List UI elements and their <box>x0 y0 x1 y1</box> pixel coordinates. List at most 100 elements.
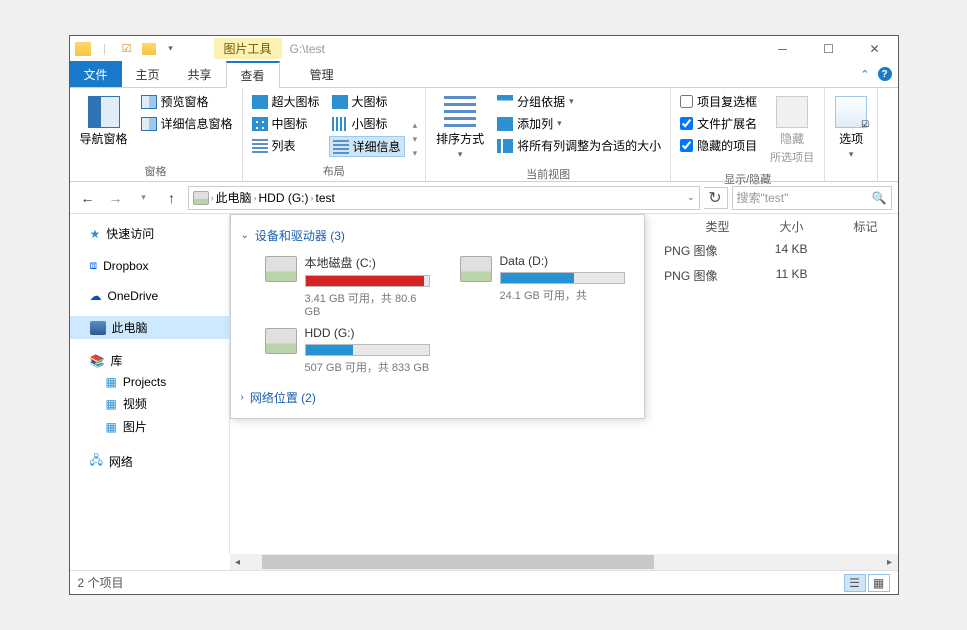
close-button[interactable]: ✕ <box>852 36 898 61</box>
col-type[interactable]: 类型 <box>705 218 729 235</box>
icons-view-button[interactable]: ▦ <box>868 574 890 592</box>
drive-icon <box>460 256 492 282</box>
drive-capacity-text: 3.41 GB 可用，共 80.6 GB <box>305 290 430 318</box>
sidebar-item-onedrive[interactable]: ☁OneDrive <box>70 286 229 306</box>
layout-details[interactable]: 详细信息 <box>329 136 405 157</box>
minimize-button[interactable]: ─ <box>760 36 806 61</box>
back-button[interactable]: ← <box>76 186 100 210</box>
video-icon: ▦ <box>106 397 117 411</box>
sort-label: 排序方式 <box>436 130 484 147</box>
sidebar-item-video[interactable]: ▦视频 <box>70 392 229 415</box>
drive-icon <box>193 191 209 205</box>
group-options: ☑ 选项 ▾ <box>825 88 878 181</box>
help-icon[interactable]: ? <box>878 67 892 81</box>
columns-header: 类型 大小 标记 <box>705 214 897 238</box>
collapse-ribbon-icon[interactable]: ⌃ <box>860 68 869 81</box>
folder-icon: ▦ <box>106 375 117 389</box>
devices-section-toggle[interactable]: ⌄ 设备和驱动器 (3) <box>241 223 634 248</box>
crumb-sep-icon[interactable]: › <box>211 193 214 203</box>
col-tags[interactable]: 标记 <box>853 218 877 235</box>
recent-button[interactable]: ▾ <box>132 186 156 210</box>
scroll-right-icon[interactable]: ▸ <box>882 554 898 570</box>
sidebar-item-projects[interactable]: ▦Projects <box>70 372 229 392</box>
layout-list[interactable]: 列表 <box>249 136 323 155</box>
file-ext-toggle[interactable]: 文件扩展名 <box>677 114 760 133</box>
explorer-window: | ☑ ▾ 图片工具 G:\test ─ ☐ ✕ 文件 主页 共享 查看 管理 … <box>69 35 899 595</box>
search-input[interactable]: 搜索"test" 🔍 <box>732 186 892 210</box>
options-button[interactable]: ☑ 选项 ▾ <box>831 92 871 165</box>
horizontal-scrollbar[interactable]: ◂ ▸ <box>230 554 898 570</box>
scroll-left-icon[interactable]: ◂ <box>230 554 246 570</box>
tab-view[interactable]: 查看 <box>226 61 280 88</box>
group-by-button[interactable]: 分组依据▾ <box>494 92 664 111</box>
qat-dropdown[interactable]: ▾ <box>162 40 180 58</box>
drive-icon <box>265 256 297 282</box>
layout-s-icons[interactable]: 小图标 <box>329 114 405 133</box>
tab-manage[interactable]: 管理 <box>296 61 348 87</box>
sidebar-item-network[interactable]: 🖧网络 <box>70 448 229 475</box>
file-list[interactable]: 类型 大小 标记 PNG 图像14 KB PNG 图像11 KB ⌄ 设备和驱动… <box>230 214 898 554</box>
tab-share[interactable]: 共享 <box>174 61 226 87</box>
crumb-test[interactable]: test <box>316 191 335 205</box>
hide-selected-button[interactable]: 隐藏 所选项目 <box>766 92 818 169</box>
drive-capacity-bar <box>305 344 430 356</box>
details-view-button[interactable]: ☰ <box>844 574 866 592</box>
devices-popup: ⌄ 设备和驱动器 (3) 本地磁盘 (C:) 3.41 GB 可用，共 80.6 … <box>230 214 645 419</box>
up-button[interactable]: ↑ <box>160 186 184 210</box>
maximize-button[interactable]: ☐ <box>806 36 852 61</box>
preview-pane-button[interactable]: 预览窗格 <box>138 92 236 111</box>
item-checkboxes-toggle[interactable]: 项目复选框 <box>677 92 760 111</box>
addr-dropdown-icon[interactable]: ⌄ <box>687 192 695 203</box>
col-size[interactable]: 大小 <box>779 218 803 235</box>
navigation-pane-button[interactable]: 导航窗格 <box>76 92 132 161</box>
forward-button[interactable]: → <box>104 186 128 210</box>
drive-name: 本地磁盘 (C:) <box>305 254 430 271</box>
window-title: G:\test <box>282 42 325 56</box>
tab-file[interactable]: 文件 <box>70 61 122 87</box>
qat-new-folder[interactable] <box>140 40 158 58</box>
network-icon: 🖧 <box>90 451 103 472</box>
refresh-button[interactable]: ↻ <box>704 187 728 209</box>
size-columns-button[interactable]: 将所有列调整为合适的大小 <box>494 136 664 155</box>
crumb-computer[interactable]: 此电脑› <box>216 189 257 206</box>
group-show-hide: 项目复选框 文件扩展名 隐藏的项目 隐藏 所选项目 显示/隐藏 <box>671 88 825 181</box>
layout-scroll-down[interactable]: ▾ <box>413 134 418 145</box>
sidebar-item-library[interactable]: 📚库 <box>70 349 229 372</box>
add-column-button[interactable]: 添加列▾ <box>494 114 664 133</box>
layout-scroll-up[interactable]: ▴ <box>413 120 418 131</box>
drive-grid: 本地磁盘 (C:) 3.41 GB 可用，共 80.6 GB Data (D:)24… <box>241 248 634 385</box>
qat-properties[interactable]: ☑ <box>118 40 136 58</box>
layout-xl-icons[interactable]: 超大图标 <box>249 92 323 111</box>
computer-icon <box>90 321 106 335</box>
layout-more[interactable]: ▾ <box>413 148 418 159</box>
layout-m-icons[interactable]: 中图标 <box>249 114 323 133</box>
drive-item[interactable]: Data (D:)24.1 GB 可用，共 <box>460 254 625 318</box>
layout-l-icons[interactable]: 大图标 <box>329 92 405 111</box>
chevron-down-icon: ▾ <box>849 149 854 160</box>
sidebar-item-quick[interactable]: ★快速访问 <box>70 222 229 245</box>
crumb-hdd[interactable]: HDD (G:)› <box>259 191 314 205</box>
network-section-toggle[interactable]: › 网络位置 (2) <box>241 385 634 410</box>
table-row[interactable]: PNG 图像14 KB <box>664 238 897 263</box>
chevron-down-icon: ▾ <box>458 149 463 160</box>
sidebar-item-computer[interactable]: 此电脑 <box>70 316 229 339</box>
address-bar[interactable]: › 此电脑› HDD (G:)› test ⌄ <box>188 186 700 210</box>
ribbon: 导航窗格 预览窗格 详细信息窗格 窗格 超大图标 中图标 列表 大图标 小图标 <box>70 88 898 182</box>
details-pane-button[interactable]: 详细信息窗格 <box>138 114 236 133</box>
drive-name: HDD (G:) <box>305 326 430 340</box>
drive-capacity-bar <box>305 275 430 287</box>
table-row[interactable]: PNG 图像11 KB <box>664 263 897 288</box>
sidebar-item-pictures[interactable]: ▦图片 <box>70 415 229 438</box>
scroll-track[interactable] <box>262 554 866 570</box>
body: ★快速访问 ⧈Dropbox ☁OneDrive 此电脑 📚库 ▦Project… <box>70 214 898 554</box>
drive-item[interactable]: HDD (G:) 507 GB 可用，共 833 GB <box>265 326 430 375</box>
sidebar-item-dropbox[interactable]: ⧈Dropbox <box>70 255 229 276</box>
scroll-thumb[interactable] <box>262 555 655 569</box>
sort-button[interactable]: 排序方式 ▾ <box>432 92 488 164</box>
hidden-items-toggle[interactable]: 隐藏的项目 <box>677 136 760 155</box>
tab-home[interactable]: 主页 <box>122 61 174 87</box>
drive-capacity-text: 507 GB 可用，共 833 GB <box>305 359 430 375</box>
nav-pane-label: 导航窗格 <box>80 130 128 147</box>
file-rows: PNG 图像14 KB PNG 图像11 KB <box>664 238 897 288</box>
drive-item[interactable]: 本地磁盘 (C:) 3.41 GB 可用，共 80.6 GB <box>265 254 430 318</box>
